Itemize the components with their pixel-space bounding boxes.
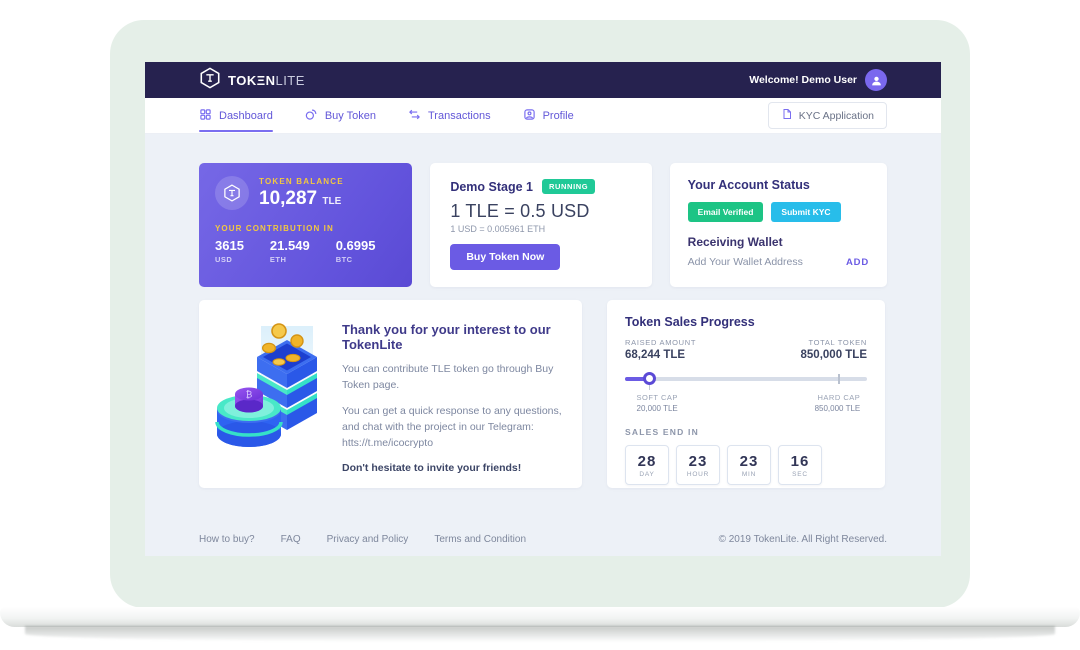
user-menu[interactable]: Welcome! Demo User [749,69,887,91]
countdown-hours: 23 HOUR [676,445,720,485]
email-verified-badge[interactable]: Email Verified [688,202,764,222]
tokenlite-logo-icon [199,67,221,94]
nav-tab-buy-token[interactable]: Buy Token [305,98,376,134]
countdown-timer: 28 DAY 23 HOUR 23 MIN 16 [625,445,867,485]
token-rate: 1 TLE = 0.5 USD [450,201,631,222]
account-status-title: Your Account Status [688,178,869,192]
coins-illustration: ₿ [209,318,334,463]
swap-arrows-icon [408,108,421,124]
countdown-days: 28 DAY [625,445,669,485]
raised-amount-stat: RAISED AMOUNT 68,244 TLE [625,338,696,361]
hard-cap-tick [838,374,840,384]
nav-tab-transactions[interactable]: Transactions [408,98,491,134]
user-avatar-icon[interactable] [865,69,887,91]
welcome-text: Welcome! Demo User [749,74,857,86]
contribution-label: YOUR CONTRIBUTION IN [215,224,396,233]
app-screen: TOKΞNLITE Welcome! Demo User Dashboard [145,62,941,556]
nav-label: Dashboard [219,110,273,122]
footer: How to buy? FAQ Privacy and Policy Terms… [199,534,887,545]
slider-track [625,377,867,381]
main-nav: Dashboard Buy Token Transactions [145,98,941,134]
thanks-paragraph-2: You can get a quick response to any ques… [342,403,562,452]
running-status-badge: RUNNING [542,179,595,194]
token-stage-card: Demo Stage 1 RUNNING 1 TLE = 0.5 USD 1 U… [430,163,651,287]
laptop-shadow [25,626,1055,642]
copyright-text: © 2019 TokenLite. All Right Reserved. [719,534,887,545]
footer-link-faq[interactable]: FAQ [281,534,301,545]
kyc-file-icon [781,108,793,123]
brand-name: TOKΞNLITE [228,73,305,88]
dashboard-grid-icon [199,108,212,124]
hard-cap-label-group: HARD CAP 850,000 TLE [815,393,861,413]
token-logo-icon [215,176,249,210]
balance-label: TOKEN BALANCE [259,177,344,186]
token-balance-card: TOKEN BALANCE 10,287 TLE YOUR CONTRIBUTI… [199,163,412,287]
progress-handle[interactable] [643,372,656,385]
buy-token-now-button[interactable]: Buy Token Now [450,244,560,270]
brand-logo[interactable]: TOKΞNLITE [199,67,305,94]
contribution-eth: 21.549 ETH [270,238,310,264]
sales-progress-slider [625,369,867,395]
welcome-message-card: ₿ Thank you for your interest to our Tok… [199,300,582,488]
kyc-button-label: KYC Application [799,110,874,122]
token-sales-progress-card: Token Sales Progress RAISED AMOUNT 68,24… [607,300,885,488]
profile-card-icon [523,108,536,124]
receiving-wallet-title: Receiving Wallet [688,235,869,249]
nav-label: Profile [543,110,574,122]
nav-label: Transactions [428,110,491,122]
nav-label: Buy Token [325,110,376,122]
contribution-btc: 0.6995 BTC [336,238,376,264]
footer-link-terms[interactable]: Terms and Condition [434,534,526,545]
page: TOKΞNLITE Welcome! Demo User Dashboard [0,0,1080,650]
footer-link-how-to-buy[interactable]: How to buy? [199,534,255,545]
wallet-address-placeholder: Add Your Wallet Address [688,256,803,268]
nav-items: Dashboard Buy Token Transactions [199,98,574,134]
account-status-card: Your Account Status Email Verified Submi… [670,163,887,287]
top-header: TOKΞNLITE Welcome! Demo User [145,62,941,98]
thanks-paragraph-3: Don't hesitate to invite your friends! [342,460,562,476]
token-sub-rate: 1 USD = 0.005961 ETH [450,224,631,234]
submit-kyc-badge[interactable]: Submit KYC [771,202,840,222]
soft-cap-label-group: SOFT CAP 20,000 TLE [637,393,678,413]
kyc-application-button[interactable]: KYC Application [768,102,887,129]
countdown-minutes: 23 MIN [727,445,771,485]
nav-tab-profile[interactable]: Profile [523,98,574,134]
thanks-paragraph-1: You can contribute TLE token go through … [342,361,562,394]
contribution-usd: 3615 USD [215,238,244,264]
add-wallet-link[interactable]: ADD [846,257,869,268]
svg-text:₿: ₿ [246,390,253,401]
footer-link-privacy[interactable]: Privacy and Policy [327,534,409,545]
stage-title: Demo Stage 1 [450,180,533,194]
nav-tab-dashboard[interactable]: Dashboard [199,98,273,134]
total-token-stat: TOTAL TOKEN 850,000 TLE [801,338,867,361]
countdown-seconds: 16 SEC [778,445,822,485]
progress-title: Token Sales Progress [625,315,867,329]
balance-amount: 10,287 TLE [259,188,344,210]
coins-icon [305,108,318,124]
dashboard-content: TOKEN BALANCE 10,287 TLE YOUR CONTRIBUTI… [145,134,941,556]
laptop-base [0,607,1080,627]
thanks-title: Thank you for your interest to our Token… [342,322,562,352]
sales-end-label: SALES END IN [625,427,867,437]
